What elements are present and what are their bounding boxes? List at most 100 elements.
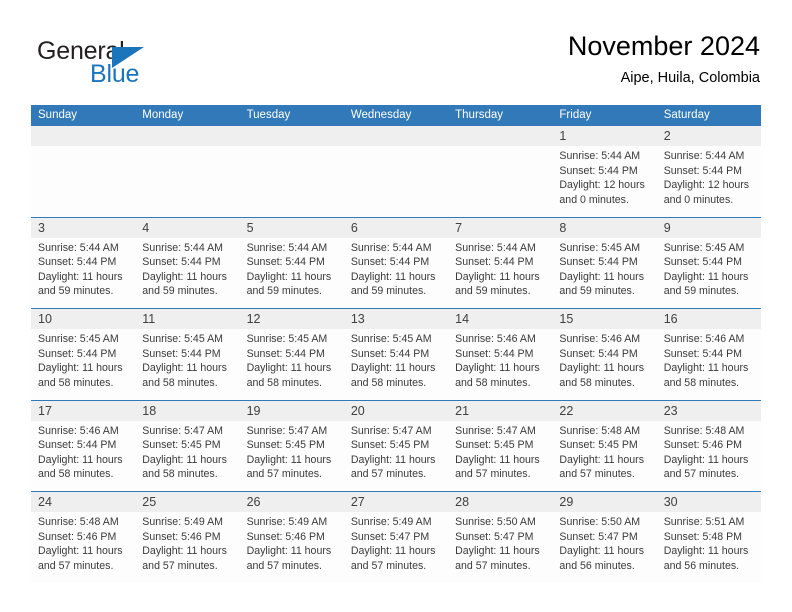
daylight-text: Daylight: 11 hours and 56 minutes. (559, 545, 645, 572)
sunset-text: Sunset: 5:44 PM (142, 256, 221, 269)
calendar-day-cell[interactable]: 6 Sunrise: 5:44 AM Sunset: 5:44 PM Daylight… (343, 217, 449, 308)
sunset-text: Sunset: 5:44 PM (663, 164, 743, 177)
day-number-band: 1 (552, 126, 657, 146)
day-number: 17 (38, 403, 52, 418)
calendar-day-cell[interactable]: 25 Sunrise: 5:49 AM Sunset: 5:46 PM Dayligh… (135, 492, 240, 583)
calendar-day-cell[interactable]: 30 Sunrise: 5:51 AM Sunset: 5:48 PM Dayligh… (656, 492, 761, 583)
day-number-band: 12 (239, 309, 344, 329)
day-sun-info: Sunrise: 5:50 AM Sunset: 5:47 PM Daylight:… (552, 512, 656, 573)
daylight-text: Daylight: 11 hours and 59 minutes. (663, 270, 749, 298)
calendar-day-cell[interactable]: 24 Sunrise: 5:48 AM Sunset: 5:46 PM Dayligh… (31, 492, 136, 583)
day-number: 13 (350, 312, 365, 326)
calendar-day-cell[interactable]: 21 Sunrise: 5:47 AM Sunset: 5:45 PM Dayligh… (448, 400, 553, 491)
calendar-day-cell[interactable]: 18 Sunrise: 5:47 AM Sunset: 5:45 PM Dayligh… (135, 400, 240, 491)
day-number: 16 (663, 312, 678, 326)
day-sun-info: Sunrise: 5:48 AM Sunset: 5:46 PM Daylight:… (31, 512, 135, 573)
daylight-text: Daylight: 11 hours and 57 minutes. (455, 545, 540, 572)
sunset-text: Sunset: 5:44 PM (38, 256, 117, 269)
day-number-band: 27 (343, 492, 449, 512)
sunset-text: Sunset: 5:46 PM (663, 439, 743, 452)
calendar-day-cell-empty (239, 126, 344, 217)
daylight-text: Daylight: 11 hours and 58 minutes. (455, 362, 540, 389)
calendar-grid: Sunday Monday Tuesday Wednesday Thursday… (31, 105, 761, 583)
daylight-text: Daylight: 11 hours and 57 minutes. (663, 453, 749, 481)
calendar-week-row: 24 Sunrise: 5:48 AM Sunset: 5:46 PM Dayligh… (31, 491, 761, 583)
day-number: 23 (663, 403, 678, 418)
calendar-day-cell[interactable]: 20 Sunrise: 5:47 AM Sunset: 5:45 PM Dayligh… (343, 400, 449, 491)
sunset-text: Sunset: 5:47 PM (559, 530, 638, 543)
day-number-band: 18 (135, 400, 240, 421)
title-block: November 2024 Aipe, Huila, Colombia (568, 30, 760, 88)
day-number: 29 (559, 495, 574, 509)
daylight-text: Daylight: 11 hours and 58 minutes. (38, 362, 123, 389)
sunset-text: Sunset: 5:46 PM (38, 530, 117, 543)
day-number-band: 25 (135, 492, 240, 512)
sunrise-text: Sunrise: 5:44 AM (663, 150, 745, 162)
day-number: 4 (142, 220, 150, 235)
calendar-day-cell[interactable]: 3 Sunrise: 5:44 AM Sunset: 5:44 PM Daylight… (31, 217, 136, 308)
calendar-day-cell[interactable]: 23 Sunrise: 5:48 AM Sunset: 5:46 PM Dayligh… (656, 400, 761, 491)
calendar-day-cell[interactable]: 16 Sunrise: 5:46 AM Sunset: 5:44 PM Dayligh… (656, 309, 761, 400)
calendar-day-cell[interactable]: 19 Sunrise: 5:47 AM Sunset: 5:45 PM Dayligh… (239, 400, 344, 491)
calendar-day-cell[interactable]: 2 Sunrise: 5:44 AM Sunset: 5:44 PM Daylight… (656, 126, 761, 217)
general-blue-logo[interactable]: General Blue (32, 34, 262, 94)
sunrise-text: Sunrise: 5:47 AM (350, 424, 432, 437)
day-number-band (239, 126, 344, 146)
daylight-text: Daylight: 11 hours and 57 minutes. (246, 545, 332, 572)
weekday-header-saturday: Saturday (663, 109, 710, 121)
day-number: 22 (559, 403, 574, 418)
day-sun-info: Sunrise: 5:47 AM Sunset: 5:45 PM Daylight:… (448, 421, 552, 482)
sunset-text: Sunset: 5:44 PM (559, 347, 638, 360)
calendar-day-cell[interactable]: 28 Sunrise: 5:50 AM Sunset: 5:47 PM Dayligh… (448, 492, 553, 583)
sunrise-text: Sunrise: 5:44 AM (142, 241, 223, 254)
day-sun-info: Sunrise: 5:46 AM Sunset: 5:44 PM Daylight:… (31, 421, 135, 482)
daylight-text: Daylight: 11 hours and 57 minutes. (559, 453, 645, 481)
sunrise-text: Sunrise: 5:45 AM (663, 241, 745, 254)
calendar-day-cell[interactable]: 15 Sunrise: 5:46 AM Sunset: 5:44 PM Dayligh… (552, 309, 657, 400)
calendar-day-cell[interactable]: 4 Sunrise: 5:44 AM Sunset: 5:44 PM Daylight… (135, 217, 240, 308)
calendar-day-cell[interactable]: 26 Sunrise: 5:49 AM Sunset: 5:46 PM Dayligh… (239, 492, 344, 583)
calendar-day-cell[interactable]: 11 Sunrise: 5:45 AM Sunset: 5:44 PM Dayligh… (135, 309, 240, 400)
calendar-day-cell[interactable]: 9 Sunrise: 5:45 AM Sunset: 5:44 PM Daylight… (656, 217, 761, 308)
sunrise-text: Sunrise: 5:44 AM (246, 241, 328, 254)
daylight-text: Daylight: 11 hours and 59 minutes. (350, 270, 436, 298)
day-number: 24 (38, 495, 52, 509)
calendar-day-cell[interactable]: 12 Sunrise: 5:45 AM Sunset: 5:44 PM Dayligh… (239, 309, 344, 400)
daylight-text: Daylight: 11 hours and 59 minutes. (38, 270, 123, 298)
sunset-text: Sunset: 5:44 PM (246, 347, 325, 360)
day-number-band: 20 (343, 400, 449, 421)
calendar-day-cell[interactable]: 8 Sunrise: 5:45 AM Sunset: 5:44 PM Daylight… (552, 217, 657, 308)
day-sun-info: Sunrise: 5:46 AM Sunset: 5:44 PM Daylight:… (657, 329, 761, 390)
sunset-text: Sunset: 5:45 PM (559, 439, 638, 452)
daylight-text: Daylight: 11 hours and 58 minutes. (350, 362, 436, 389)
calendar-day-cell[interactable]: 27 Sunrise: 5:49 AM Sunset: 5:47 PM Dayligh… (343, 492, 449, 583)
weekday-header-friday: Friday (559, 109, 592, 121)
calendar-day-cell[interactable]: 22 Sunrise: 5:48 AM Sunset: 5:45 PM Dayligh… (552, 400, 657, 491)
sunset-text: Sunset: 5:44 PM (455, 256, 534, 269)
calendar-day-cell[interactable]: 1 Sunrise: 5:44 AM Sunset: 5:44 PM Daylight… (552, 126, 657, 217)
page-subtitle: Aipe, Huila, Colombia (620, 70, 760, 86)
day-sun-info: Sunrise: 5:45 AM Sunset: 5:44 PM Daylight:… (135, 329, 239, 390)
calendar-day-cell[interactable]: 7 Sunrise: 5:44 AM Sunset: 5:44 PM Daylight… (448, 217, 553, 308)
daylight-text: Daylight: 11 hours and 59 minutes. (142, 270, 227, 298)
calendar-day-cell[interactable]: 29 Sunrise: 5:50 AM Sunset: 5:47 PM Dayligh… (552, 492, 657, 583)
calendar-day-cell[interactable]: 10 Sunrise: 5:45 AM Sunset: 5:44 PM Dayligh… (31, 309, 136, 400)
calendar-day-cell[interactable]: 14 Sunrise: 5:46 AM Sunset: 5:44 PM Dayligh… (448, 309, 553, 400)
day-sun-info: Sunrise: 5:46 AM Sunset: 5:44 PM Daylight:… (552, 329, 656, 390)
daylight-text: Daylight: 12 hours and 0 minutes. (559, 179, 645, 206)
day-number-band (31, 126, 136, 146)
calendar-day-cell[interactable]: 13 Sunrise: 5:45 AM Sunset: 5:44 PM Dayligh… (343, 309, 449, 400)
calendar-day-cell[interactable]: 17 Sunrise: 5:46 AM Sunset: 5:44 PM Dayligh… (31, 400, 136, 491)
sunset-text: Sunset: 5:44 PM (559, 164, 638, 177)
day-sun-info: Sunrise: 5:44 AM Sunset: 5:44 PM Daylight:… (135, 238, 239, 299)
sunrise-text: Sunrise: 5:46 AM (663, 333, 745, 345)
calendar-week-row: 1 Sunrise: 5:44 AM Sunset: 5:44 PM Daylight… (31, 126, 761, 217)
sunset-text: Sunset: 5:44 PM (559, 256, 638, 269)
sunrise-text: Sunrise: 5:49 AM (142, 516, 223, 528)
daylight-text: Daylight: 11 hours and 59 minutes. (455, 270, 540, 298)
sunrise-text: Sunrise: 5:48 AM (38, 516, 119, 528)
sunset-text: Sunset: 5:47 PM (455, 530, 534, 543)
calendar-day-cell[interactable]: 5 Sunrise: 5:44 AM Sunset: 5:44 PM Daylight… (239, 217, 344, 308)
sunset-text: Sunset: 5:45 PM (246, 439, 325, 452)
day-number: 14 (455, 312, 470, 326)
